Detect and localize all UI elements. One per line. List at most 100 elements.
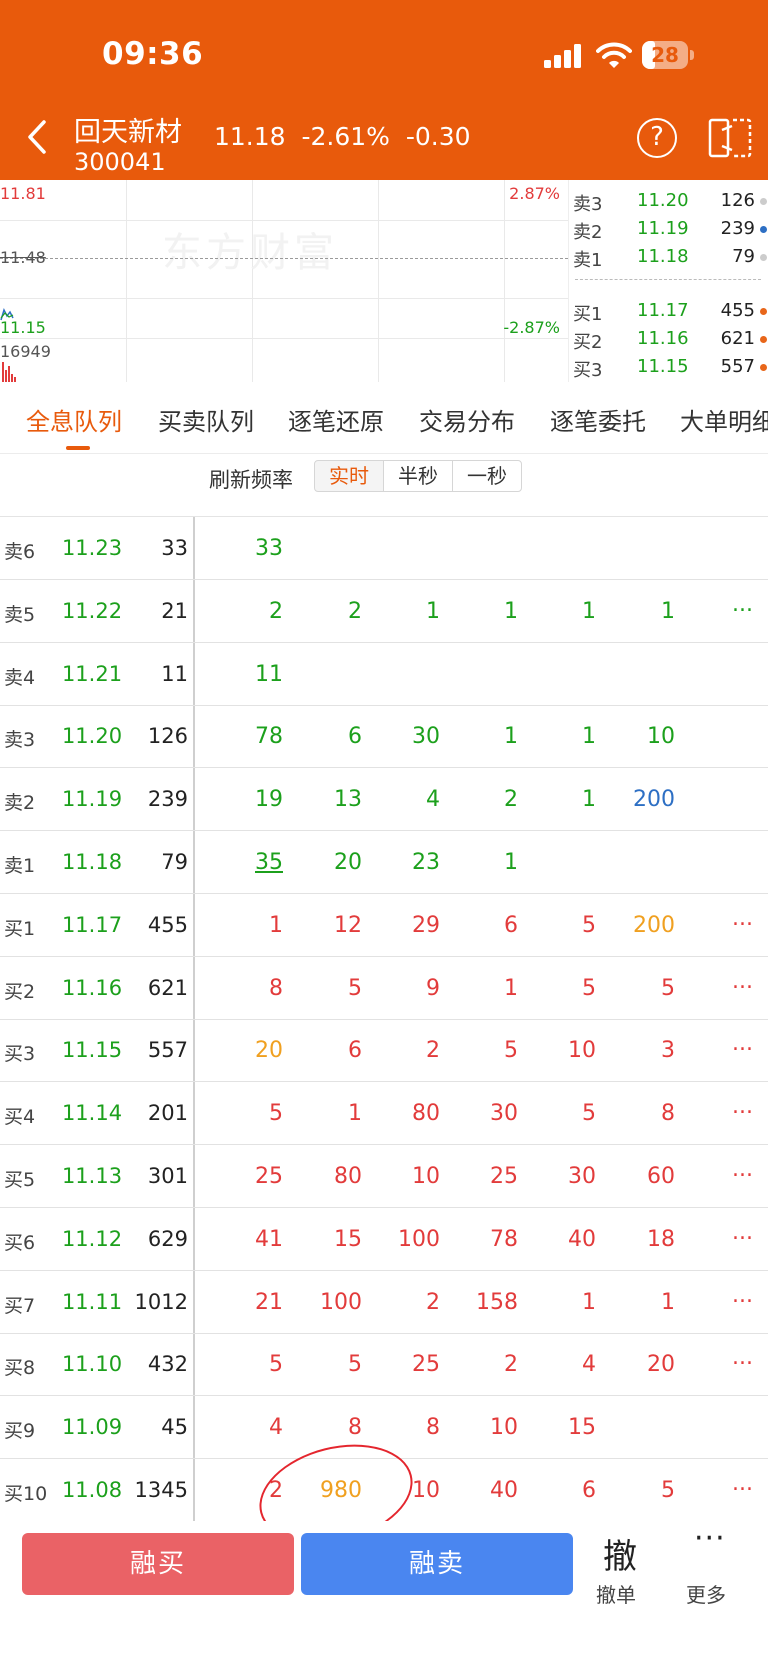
queue-order: 5 xyxy=(582,1101,596,1127)
help-icon[interactable]: ? xyxy=(637,118,677,158)
queue-order: 4 xyxy=(582,1352,596,1378)
queue-total-volume: 432 xyxy=(147,1352,188,1377)
margin-buy-button[interactable]: 融买 xyxy=(22,1533,294,1595)
book-row[interactable]: 买2 11.16 621 xyxy=(569,323,768,353)
status-time: 09:36 xyxy=(102,36,204,72)
refresh-control: 刷新频率 实时 半秒 一秒 xyxy=(0,454,768,516)
queue-order: 78 xyxy=(490,1226,518,1252)
chart-mid-price: 11.48 xyxy=(0,248,46,267)
book-row[interactable]: 买1 11.17 455 xyxy=(569,295,768,325)
queue-row[interactable]: 买1 11.17 455 1 12 29 6 5 200... xyxy=(0,894,768,957)
book-dot-icon xyxy=(760,198,767,205)
tab-large-orders[interactable]: 大单明细 xyxy=(680,402,768,437)
queue-price: 11.15 xyxy=(61,1038,123,1063)
queue-row[interactable]: 卖2 11.19 239 19 13 4 2 1 200 xyxy=(0,768,768,832)
cancel-order-label[interactable]: 撤单 xyxy=(596,1579,636,1608)
queue-row[interactable]: 买6 11.12 629 41 15 100 78 40 18... xyxy=(0,1208,768,1271)
queue-row[interactable]: 买3 11.15 557 20 6 2 5 10 3... xyxy=(0,1019,768,1083)
book-dot-icon xyxy=(760,364,767,371)
queue-row[interactable]: 买2 11.16 621 8 5 9 1 5 5... xyxy=(0,957,768,1020)
queue-order: 5 xyxy=(504,1038,518,1064)
queue-order: 78 xyxy=(255,724,283,750)
queue-more[interactable]: ... xyxy=(732,906,753,931)
queue-order: 12 xyxy=(334,912,362,938)
queue-row[interactable]: 买8 11.10 432 5 5 25 2 4 20... xyxy=(0,1333,768,1397)
queue-order: 10 xyxy=(647,724,675,750)
price-line xyxy=(0,307,14,321)
queue-order: 60 xyxy=(647,1164,675,1189)
margin-sell-button[interactable]: 融卖 xyxy=(301,1533,573,1595)
tab-full-queue[interactable]: 全息队列 xyxy=(26,402,122,437)
tab-trade-distribution[interactable]: 交易分布 xyxy=(419,402,515,437)
queue-price: 11.16 xyxy=(61,975,123,1000)
tab-bid-ask-queue[interactable]: 买卖队列 xyxy=(158,402,254,437)
queue-price: 11.09 xyxy=(61,1415,123,1440)
queue-row[interactable]: 卖4 11.21 11 11 xyxy=(0,643,768,706)
queue-more[interactable]: ... xyxy=(732,1094,753,1119)
queue-level: 买6 xyxy=(4,1231,36,1254)
queue-order: 2 xyxy=(426,1289,440,1315)
queue-more[interactable]: ... xyxy=(732,1283,753,1308)
queue-row[interactable]: 卖5 11.22 21 2 2 1 1 1 1... xyxy=(0,580,768,643)
queue-order: 1 xyxy=(269,912,283,938)
watermark: 东方财富 xyxy=(162,230,338,276)
queue-order: 1 xyxy=(582,787,596,813)
queue-order: 2 xyxy=(348,598,362,624)
book-level: 卖1 xyxy=(573,250,603,271)
queue-total-volume: 621 xyxy=(147,975,188,1000)
queue-order: 9 xyxy=(426,975,440,1001)
queue-more[interactable]: ... xyxy=(732,1031,753,1056)
queue-order: 23 xyxy=(412,850,440,875)
queue-level: 卖2 xyxy=(4,792,36,815)
queue-row[interactable]: 卖3 11.20 126 78 6 30 1 1 10 xyxy=(0,705,768,769)
refresh-option-half-second[interactable]: 半秒 xyxy=(383,460,453,492)
bottom-action-bar: 融买 融卖 撤 撤单 ··· 更多 xyxy=(0,1521,768,1669)
refresh-option-realtime[interactable]: 实时 xyxy=(314,460,384,492)
queue-row[interactable]: 买4 11.14 201 5 1 80 30 5 8... xyxy=(0,1082,768,1146)
book-row[interactable]: 卖3 11.20 126 xyxy=(569,185,768,215)
queue-order: 25 xyxy=(412,1352,440,1378)
queue-row[interactable]: 买7 11.11 1012 21 100 2 158 1 1... xyxy=(0,1271,768,1334)
queue-more[interactable]: ... xyxy=(732,592,753,617)
more-icon[interactable]: ··· xyxy=(694,1521,726,1556)
queue-level: 卖4 xyxy=(4,666,36,689)
queue-order: 40 xyxy=(490,1478,518,1503)
queue-total-volume: 239 xyxy=(147,787,188,812)
book-price: 11.19 xyxy=(637,218,689,239)
queue-order: 100 xyxy=(320,1289,362,1315)
queue-total-volume: 557 xyxy=(147,1038,188,1063)
queue-more[interactable]: ... xyxy=(732,1157,753,1182)
queue-level: 卖5 xyxy=(4,603,36,626)
queue-more[interactable]: ... xyxy=(732,1220,753,1245)
queue-more[interactable]: ... xyxy=(732,1471,753,1496)
more-label[interactable]: 更多 xyxy=(686,1579,726,1608)
book-row[interactable]: 卖1 11.18 79 xyxy=(569,241,768,271)
refresh-option-one-second[interactable]: 一秒 xyxy=(452,460,522,492)
queue-total-volume: 11 xyxy=(161,661,188,686)
queue-total-volume: 33 xyxy=(161,536,188,560)
book-dot-icon xyxy=(760,308,767,315)
queue-order: 1 xyxy=(504,724,518,750)
queue-order: 1 xyxy=(582,1289,596,1315)
book-row[interactable]: 卖2 11.19 239 xyxy=(569,213,768,243)
queue-row[interactable]: 卖6 11.23 33 33 xyxy=(0,517,768,580)
queue-order: 18 xyxy=(647,1226,675,1252)
queue-more[interactable]: ... xyxy=(732,969,753,994)
queue-row[interactable]: 卖1 11.18 79 35 20 23 1 xyxy=(0,831,768,894)
book-divider xyxy=(575,279,761,280)
prev-close-line xyxy=(0,258,568,259)
layout-switch-icon[interactable] xyxy=(708,118,752,158)
back-icon[interactable] xyxy=(24,118,52,156)
queue-level: 卖6 xyxy=(4,541,36,563)
book-row[interactable]: 买3 11.15 557 xyxy=(569,351,768,381)
cancel-order-icon[interactable]: 撤 xyxy=(603,1529,637,1578)
queue-row[interactable]: 买5 11.13 301 25 80 10 25 30 60... xyxy=(0,1145,768,1208)
order-queue-table: 卖6 11.23 33 33 卖5 11.22 21 2 2 1 1 1 1... 卖4 11.21 11 11… xyxy=(0,516,768,1559)
intraday-chart[interactable]: 东方财富 11.81 11.48 11.15 16949 2.87% -2.87… xyxy=(0,180,568,382)
tab-tick-orders[interactable]: 逐笔委托 xyxy=(550,402,646,437)
queue-more[interactable]: ... xyxy=(732,1345,753,1370)
queue-level: 买1 xyxy=(4,917,36,940)
book-price: 11.16 xyxy=(637,328,689,349)
tab-tick-restore[interactable]: 逐笔还原 xyxy=(288,402,384,437)
queue-order: 2 xyxy=(504,1352,518,1378)
